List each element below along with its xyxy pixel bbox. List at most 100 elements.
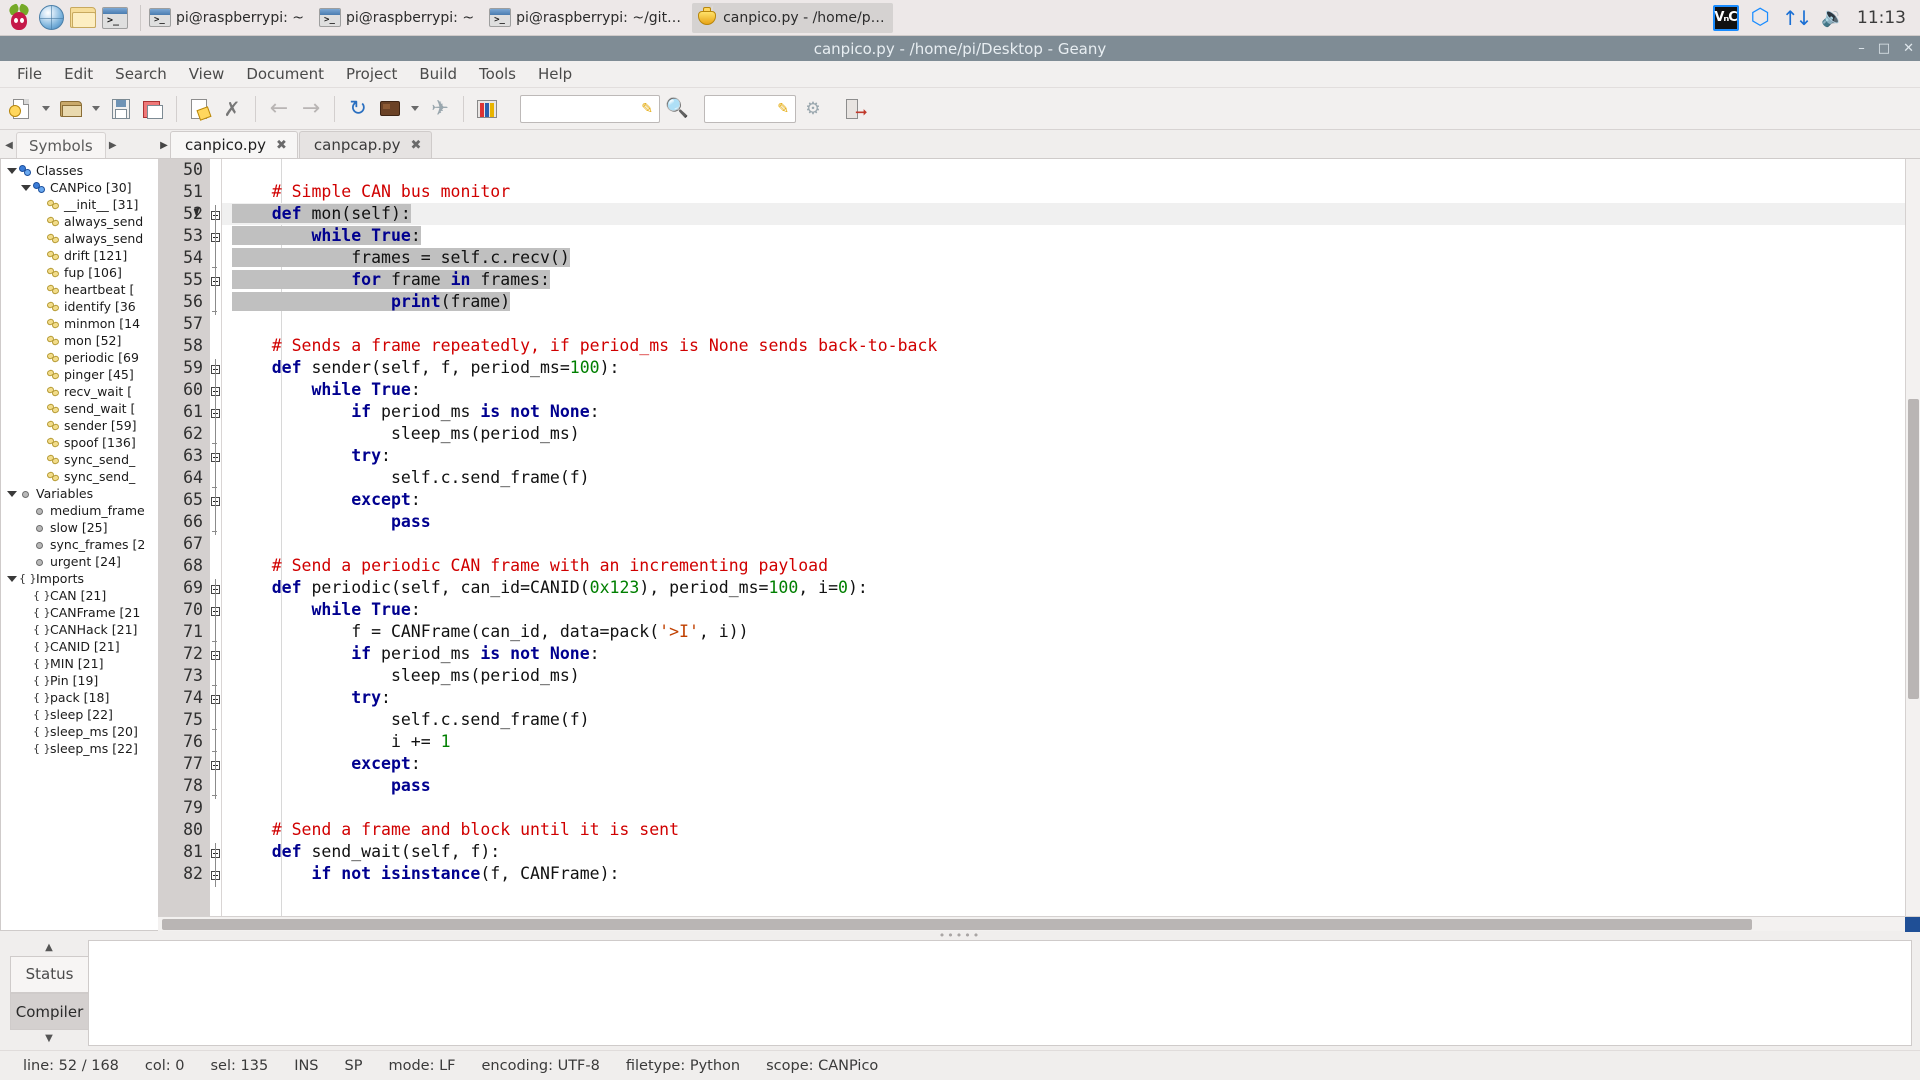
symbol-tree-item[interactable]: identify [36 [1,298,158,315]
symbol-tree-item[interactable]: { } pack [18] [1,689,158,706]
code-line[interactable]: f = CANFrame(can_id, data=pack('>I', i)) [222,621,1905,643]
sidebar-scroll-left-icon[interactable]: ◀ [2,132,16,158]
open-file-button[interactable] [56,94,86,124]
editor-horizontal-scrollbar[interactable] [158,916,1920,932]
menu-tools[interactable]: Tools [468,62,527,86]
menu-help[interactable]: Help [527,62,583,86]
code-line[interactable]: sleep_ms(period_ms) [222,423,1905,445]
code-line[interactable]: while True: [222,599,1905,621]
open-file-dropdown[interactable] [88,94,104,124]
minimize-button[interactable]: – [1858,42,1865,55]
revert-file-button[interactable] [185,94,215,124]
build-dropdown[interactable] [407,94,423,124]
symbol-tree-item[interactable]: fup [106] [1,264,158,281]
code-line[interactable]: except: [222,753,1905,775]
symbol-tree-item[interactable]: { } sleep_ms [20] [1,723,158,740]
code-line[interactable]: if period_ms is not None: [222,401,1905,423]
symbol-tree-item[interactable]: minmon [14 [1,315,158,332]
terminal-icon[interactable]: >_ [100,3,130,33]
tab-canpcap-py[interactable]: canpcap.py ✖ [298,131,433,158]
symbol-tree-item[interactable]: pinger [45] [1,366,158,383]
code-line[interactable]: i += 1 [222,731,1905,753]
tab-compiler[interactable]: Compiler [10,993,88,1031]
sidebar-scroll-right-icon[interactable]: ▶ [106,132,120,158]
symbol-tree-item[interactable]: { } CANFrame [21 [1,604,158,621]
code-line[interactable]: except: [222,489,1905,511]
symbol-tree-item[interactable]: { } CAN [21] [1,587,158,604]
menu-view[interactable]: View [178,62,236,86]
network-updown-icon[interactable]: ↑↓ [1782,8,1812,28]
color-chooser-button[interactable] [472,94,502,124]
code-line[interactable] [222,159,1905,181]
tree-expander-icon[interactable] [5,575,19,582]
symbol-tree-item[interactable]: { } Pin [19] [1,672,158,689]
code-line[interactable]: # Simple CAN bus monitor [222,181,1905,203]
code-line[interactable]: self.c.send_frame(f) [222,467,1905,489]
menu-search[interactable]: Search [104,62,178,86]
symbol-tree-item[interactable]: { } sleep [22] [1,706,158,723]
code-line[interactable]: try: [222,687,1905,709]
navigate-back-button[interactable]: ← [264,94,294,124]
symbol-tree-item[interactable]: slow [25] [1,519,158,536]
symbol-tree-item[interactable]: sync_send_ [1,468,158,485]
code-line[interactable]: while True: [222,379,1905,401]
symbol-tree-item[interactable]: spoof [136] [1,434,158,451]
symbol-tree-item[interactable]: sender [59] [1,417,158,434]
menu-file[interactable]: File [6,62,53,86]
code-line[interactable]: pass [222,775,1905,797]
symbol-tree-item[interactable]: drift [121] [1,247,158,264]
symbol-tree-item[interactable]: { } CANHack [21] [1,621,158,638]
build-button[interactable] [375,94,405,124]
navigate-forward-button[interactable]: → [296,94,326,124]
code-line[interactable]: for frame in frames: [222,269,1905,291]
symbol-tree-item[interactable]: sync_send_ [1,451,158,468]
tab-status[interactable]: Status [10,955,88,993]
code-line[interactable]: def sender(self, f, period_ms=100): [222,357,1905,379]
taskbar-window-terminal-1[interactable]: >_ pi@raspberrypi: ~ [145,3,312,33]
scrollbar-thumb[interactable] [162,919,1752,930]
file-manager-icon[interactable] [68,3,98,33]
symbol-tree-item[interactable]: always_send [1,230,158,247]
close-button[interactable]: ✕ [1903,42,1914,55]
code-line[interactable] [222,797,1905,819]
volume-icon[interactable]: 🔉 [1821,8,1845,27]
tab-canpico-py[interactable]: canpico.py ✖ [170,131,298,158]
menu-project[interactable]: Project [335,62,408,86]
vnc-icon[interactable]: VₙC [1712,4,1739,31]
new-document-button[interactable] [6,94,36,124]
tab-symbols[interactable]: Symbols [16,132,106,158]
code-line[interactable]: self.c.send_frame(f) [222,709,1905,731]
symbol-tree-item[interactable]: recv_wait [ [1,383,158,400]
bluetooth-icon[interactable]: ⬡ [1751,6,1770,29]
code-line[interactable]: def periodic(self, can_id=CANID(0x123), … [222,577,1905,599]
taskbar-window-terminal-2[interactable]: >_ pi@raspberrypi: ~ [315,3,482,33]
code-line[interactable]: while True: [222,225,1905,247]
message-scroll-down-icon[interactable]: ▼ [10,1030,88,1046]
symbol-tree-item[interactable]: Variables [1,485,158,502]
raspberry-menu-icon[interactable] [4,2,34,33]
new-document-dropdown[interactable] [38,94,54,124]
code-line[interactable]: frames = self.c.recv() [222,247,1905,269]
goto-line-button[interactable]: ⚙ [798,94,828,124]
symbol-tree-item[interactable]: { } CANID [21] [1,638,158,655]
goto-line-input[interactable]: ✎ [704,94,796,123]
tree-expander-icon[interactable] [19,184,33,191]
code-line[interactable]: def send_wait(self, f): [222,841,1905,863]
code-line[interactable]: if period_ms is not None: [222,643,1905,665]
symbol-tree-item[interactable]: mon [52] [1,332,158,349]
symbol-tree-item[interactable]: send_wait [ [1,400,158,417]
code-line[interactable] [222,533,1905,555]
search-submit-button[interactable]: 🔍 [662,94,692,124]
code-line[interactable]: pass [222,511,1905,533]
code-line[interactable]: if not isinstance(f, CANFrame): [222,863,1905,885]
symbol-tree-item[interactable]: __init__ [31] [1,196,158,213]
symbol-tree-item[interactable]: sync_frames [2 [1,536,158,553]
close-icon[interactable]: ✖ [410,138,421,153]
save-file-button[interactable] [106,94,136,124]
web-browser-icon[interactable] [36,3,66,33]
symbol-tree-item[interactable]: heartbeat [ [1,281,158,298]
symbol-tree-item[interactable]: medium_frame [1,502,158,519]
symbols-tree[interactable]: Classes CANPico [30] __init__ [31] always_s… [0,158,158,931]
code-view[interactable]: # Simple CAN bus monitor def mon(self): … [222,159,1905,916]
symbol-tree-item[interactable]: always_send [1,213,158,230]
